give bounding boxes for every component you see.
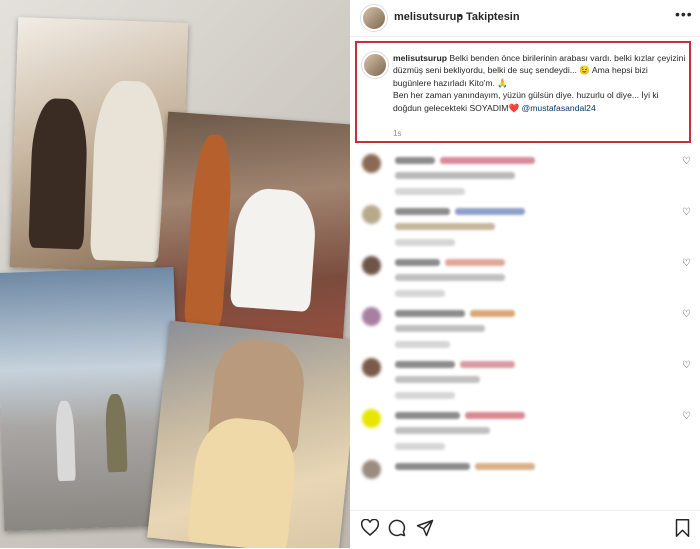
avatar[interactable] [362, 154, 381, 173]
avatar[interactable] [362, 409, 381, 428]
blurred-text [395, 188, 465, 195]
blurred-text [475, 463, 535, 470]
blurred-text [395, 223, 495, 230]
separator-dot: • [458, 10, 462, 22]
follow-status[interactable]: Takiptesin [466, 11, 520, 23]
blurred-text [395, 341, 450, 348]
paper-plane-icon[interactable] [416, 519, 434, 540]
blurred-text [395, 427, 490, 434]
comment-like-icon[interactable]: ♡ [682, 360, 691, 371]
comment-bubble-icon[interactable] [388, 519, 406, 540]
blurred-text [395, 392, 455, 399]
avatar[interactable] [362, 307, 381, 326]
blurred-text [395, 157, 435, 164]
blurred-text [455, 208, 525, 215]
comment-like-icon[interactable]: ♡ [682, 207, 691, 218]
photo-selfie [147, 320, 350, 548]
blurred-text [395, 172, 515, 179]
blurred-text [465, 412, 525, 419]
blurred-text [395, 208, 450, 215]
blurred-text [460, 361, 515, 368]
post-header: melisutsurup • Takiptesin ••• [350, 0, 700, 37]
comment-row: ♡ [350, 199, 700, 250]
blurred-text [395, 376, 480, 383]
blurred-text [395, 463, 470, 470]
comment-row: ♡ [350, 148, 700, 199]
comment-like-icon[interactable]: ♡ [682, 258, 691, 269]
comment-like-icon[interactable]: ♡ [682, 411, 691, 422]
avatar[interactable] [362, 460, 381, 479]
comment-row: ♡ [350, 352, 700, 403]
comment-like-icon[interactable]: ♡ [682, 309, 691, 320]
post-media[interactable] [0, 0, 350, 548]
comment-like-icon[interactable]: ♡ [682, 156, 691, 167]
avatar[interactable] [362, 256, 381, 275]
blurred-text [395, 239, 455, 246]
blurred-text [440, 157, 535, 164]
blurred-text [395, 290, 445, 297]
heart-outline-icon[interactable] [360, 518, 380, 539]
comment-row: ♡ [350, 250, 700, 301]
caption-timestamp: 1s [393, 129, 402, 138]
more-options-icon[interactable]: ••• [675, 6, 693, 22]
blurred-text [395, 412, 460, 419]
caption-text: melisutsurup Belki benden önce birilerin… [393, 52, 686, 114]
blurred-text [470, 310, 515, 317]
comment-row [350, 454, 700, 479]
avatar[interactable] [362, 52, 388, 78]
caption-username[interactable]: melisutsurup [393, 53, 447, 63]
comment-row: ♡ [350, 301, 700, 352]
blurred-text [395, 259, 440, 266]
caption-mention[interactable]: @mustafasandal24 [522, 103, 596, 113]
bookmark-icon[interactable] [675, 519, 690, 540]
blurred-text [395, 361, 455, 368]
comment-row: ♡ [350, 403, 700, 454]
action-bar [350, 510, 700, 549]
avatar[interactable] [362, 358, 381, 377]
header-username[interactable]: melisutsurup [394, 11, 463, 23]
blurred-text [395, 325, 485, 332]
caption-highlight: melisutsurup Belki benden önce birilerin… [355, 41, 691, 143]
blurred-text [395, 274, 505, 281]
avatar[interactable] [362, 205, 381, 224]
blurred-text [395, 310, 465, 317]
comment-list: ♡ ♡ ♡ ♡ ♡ ♡ [350, 148, 700, 479]
photo-couple-carpet [152, 111, 350, 357]
post-side-panel: melisutsurup • Takiptesin ••• melisutsur… [350, 0, 700, 548]
heart-emoji-icon: ❤️ [508, 102, 520, 113]
blurred-text [395, 443, 445, 450]
blurred-text [445, 259, 505, 266]
avatar[interactable] [361, 5, 387, 31]
